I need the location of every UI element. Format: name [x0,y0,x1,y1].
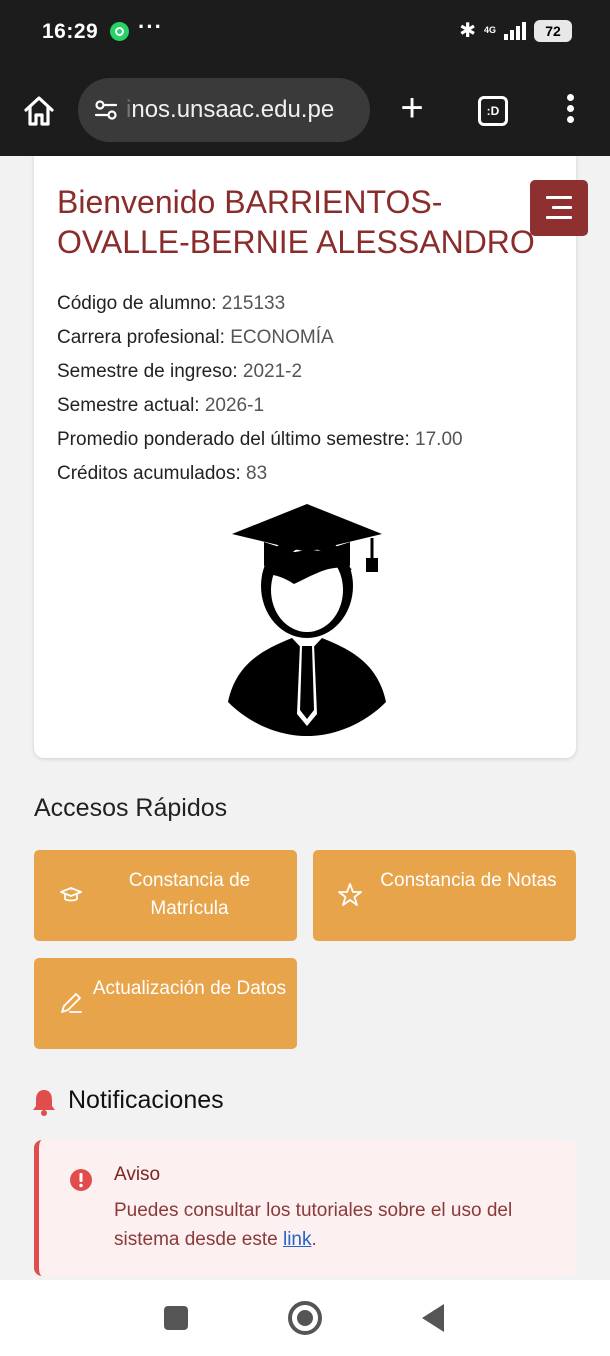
button-label: Actualización de Datos [92,978,287,999]
welcome-title: Bienvenido BARRIENTOS-OVALLE-BERNIE ALES… [57,184,535,260]
button-label: Constancia de Matrícula [128,870,251,919]
button-label: Constancia de Notas [380,870,557,891]
alert-title: Aviso [114,1164,161,1185]
info-row: Promedio ponderado del último semestre: … [57,429,463,450]
notifications-title: Notificaciones [68,1086,224,1114]
graduate-avatar-icon [228,504,386,736]
pencil-icon [61,993,82,1013]
home-button[interactable] [288,1301,322,1335]
constancia-notas-button[interactable]: Constancia de Notas [313,850,576,941]
actualizacion-datos-button[interactable]: Actualización de Datos [34,958,297,1049]
whatsapp-icon [110,22,129,41]
url-text[interactable]: inos.unsaac.edu.pe [126,96,334,124]
back-button[interactable] [422,1304,444,1332]
recents-button[interactable] [164,1306,188,1330]
menu-toggle-button[interactable] [530,180,588,236]
signal-icon [504,21,526,40]
info-row: Semestre actual: 2026-1 [57,395,265,416]
info-row: Código de alumno: 215133 [57,293,286,314]
info-row: Semestre de ingreso: 2021-2 [57,361,303,382]
tab-switcher-button[interactable]: :D [478,96,508,126]
info-row: Carrera profesional: ECONOMÍA [57,327,334,348]
new-tab-button[interactable]: + [394,88,430,128]
system-nav-bar [0,1280,610,1356]
info-icon [70,1169,92,1191]
tutorials-link[interactable]: link [283,1229,312,1250]
browser-toolbar: inos.unsaac.edu.pe + :D [0,64,610,156]
more-notifications-icon: ··· [138,14,163,39]
notice-alert: Aviso Puedes consultar los tutoriales so… [34,1140,576,1276]
student-info: Código de alumno: 215133 Carrera profesi… [57,287,463,491]
home-icon[interactable] [22,94,56,128]
alert-text: Puedes consultar los tutoriales sobre el… [114,1200,513,1250]
status-bar: 16:29 ··· ✱ 4G 72 [0,0,610,64]
site-settings-icon[interactable] [92,96,120,124]
network-type: 4G [483,25,496,35]
info-row: Créditos acumulados: 83 [57,463,268,484]
star-icon [338,883,362,906]
status-time: 16:29 [42,20,99,43]
browser-menu-button[interactable] [564,94,576,130]
constancia-matricula-button[interactable]: Constancia de Matrícula [34,850,297,941]
bell-icon [33,1090,55,1116]
bluetooth-icon: ✱ [459,20,476,42]
graduation-cap-icon [60,887,82,902]
quick-access-title: Accesos Rápidos [34,794,228,822]
battery-level: 72 [534,19,572,42]
address-bar[interactable]: inos.unsaac.edu.pe [78,78,370,142]
student-card: Bienvenido BARRIENTOS-OVALLE-BERNIE ALES… [34,156,588,758]
